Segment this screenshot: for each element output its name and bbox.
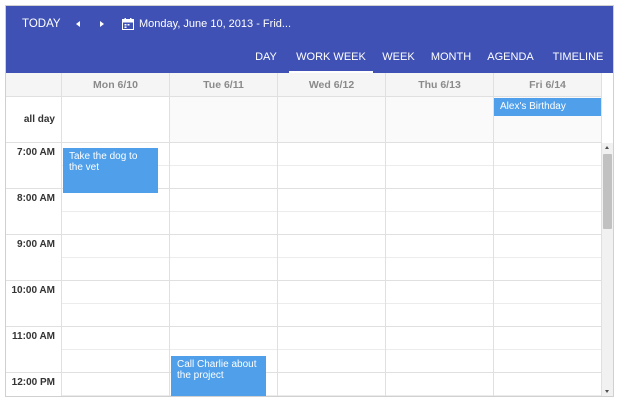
scroll-down-arrow-icon[interactable]: [602, 386, 613, 396]
day-column-thu[interactable]: [386, 143, 494, 396]
event-call-charlie[interactable]: Call Charlie about the project: [171, 356, 266, 396]
view-day[interactable]: DAY: [247, 45, 285, 73]
time-label: 12:00 PM: [6, 373, 61, 396]
all-day-cell-thu[interactable]: [386, 97, 494, 142]
all-day-cell-fri[interactable]: Alex's Birthday: [494, 97, 602, 142]
view-work-week[interactable]: WORK WEEK: [289, 45, 373, 73]
time-grid: 7:00 AM 8:00 AM 9:00 AM 10:00 AM 11:00 A…: [6, 143, 602, 396]
scheduler: TODAY Monday, June 10, 2013 - Frid... DA…: [5, 5, 614, 397]
all-day-cell-tue[interactable]: [170, 97, 278, 142]
day-header-thu[interactable]: Thu 6/13: [386, 73, 494, 96]
all-day-cell-wed[interactable]: [278, 97, 386, 142]
time-label: 11:00 AM: [6, 327, 61, 373]
calendar-icon: [122, 18, 134, 30]
time-column: 7:00 AM 8:00 AM 9:00 AM 10:00 AM 11:00 A…: [6, 143, 62, 396]
scheduler-toolbar: TODAY Monday, June 10, 2013 - Frid... DA…: [6, 6, 613, 73]
day-column-mon[interactable]: Take the dog to the vet: [62, 143, 170, 396]
view-month[interactable]: MONTH: [425, 45, 477, 73]
scroll-up-arrow-icon[interactable]: [602, 143, 613, 153]
date-range-picker[interactable]: Monday, June 10, 2013 - Frid...: [122, 14, 291, 34]
time-label: 10:00 AM: [6, 281, 61, 327]
day-column-wed[interactable]: [278, 143, 386, 396]
all-day-row: all day Alex's Birthday: [6, 97, 602, 143]
day-header-wed[interactable]: Wed 6/12: [278, 73, 386, 96]
time-label: 9:00 AM: [6, 235, 61, 281]
event-alex-birthday[interactable]: Alex's Birthday: [494, 98, 601, 116]
today-button[interactable]: TODAY: [16, 14, 67, 34]
all-day-label: all day: [6, 97, 62, 142]
event-dog-vet[interactable]: Take the dog to the vet: [63, 148, 158, 193]
next-arrow-icon[interactable]: [93, 14, 109, 34]
time-label: 8:00 AM: [6, 189, 61, 235]
header-corner: [6, 73, 62, 96]
vertical-scrollbar[interactable]: [602, 143, 613, 396]
date-range-label: Monday, June 10, 2013 - Frid...: [139, 18, 292, 30]
scrollbar-thumb[interactable]: [603, 154, 612, 229]
view-switcher: DAY WORK WEEK WEEK MONTH AGENDA TIMELINE: [247, 45, 613, 73]
day-header-tue[interactable]: Tue 6/11: [170, 73, 278, 96]
day-header-fri[interactable]: Fri 6/14: [494, 73, 602, 96]
view-timeline[interactable]: TIMELINE: [543, 45, 613, 73]
date-header: Mon 6/10 Tue 6/11 Wed 6/12 Thu 6/13 Fri …: [6, 73, 602, 97]
time-label: 7:00 AM: [6, 143, 61, 189]
day-column-fri[interactable]: [494, 143, 602, 396]
view-agenda[interactable]: AGENDA: [483, 45, 538, 73]
all-day-cell-mon[interactable]: [62, 97, 170, 142]
day-header-mon[interactable]: Mon 6/10: [62, 73, 170, 96]
previous-arrow-icon[interactable]: [70, 14, 86, 34]
view-week[interactable]: WEEK: [377, 45, 420, 73]
day-column-tue[interactable]: Call Charlie about the project: [170, 143, 278, 396]
